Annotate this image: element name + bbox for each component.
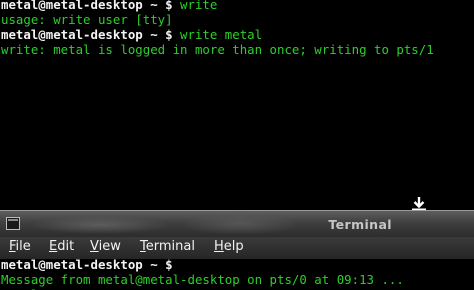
menu-terminal[interactable]: Terminal [140,239,195,254]
shell-prompt: metal@metal-desktop ~ $ [1,0,173,12]
menu-help[interactable]: Help [214,239,244,254]
menu-file[interactable]: File [9,239,31,254]
window-title: Terminal [328,217,392,232]
shell-prompt: metal@metal-desktop ~ $ [1,257,173,272]
upper-terminal-output[interactable]: metal@metal-desktop ~ $ write usage: wri… [0,0,474,210]
terminal-line: Message from metal@metal-desktop on pts/… [1,272,404,287]
terminal-line: metal@metal-desktop ~ $ write [1,0,217,12]
terminal-line: write: metal is logged in more than once… [1,42,434,57]
terminal-line: metal@metal-desktop ~ $ write metal [1,27,262,42]
terminal-app-icon[interactable] [6,217,20,230]
terminal-window[interactable]: Terminal File Edit View Terminal Help me… [0,210,474,290]
command-text: write [172,0,218,12]
move-cursor-icon [412,197,426,210]
terminal-line: usage: write user [tty] [1,12,173,27]
menu-view[interactable]: View [90,239,121,254]
terminal-line: metal@metal-desktop ~ $ [1,257,173,272]
menu-edit[interactable]: Edit [49,239,74,254]
command-text: write metal [172,27,263,42]
shell-prompt: metal@metal-desktop ~ $ [1,27,173,42]
menu-bar: File Edit View Terminal Help [0,237,474,259]
window-titlebar[interactable]: Terminal [0,210,474,237]
